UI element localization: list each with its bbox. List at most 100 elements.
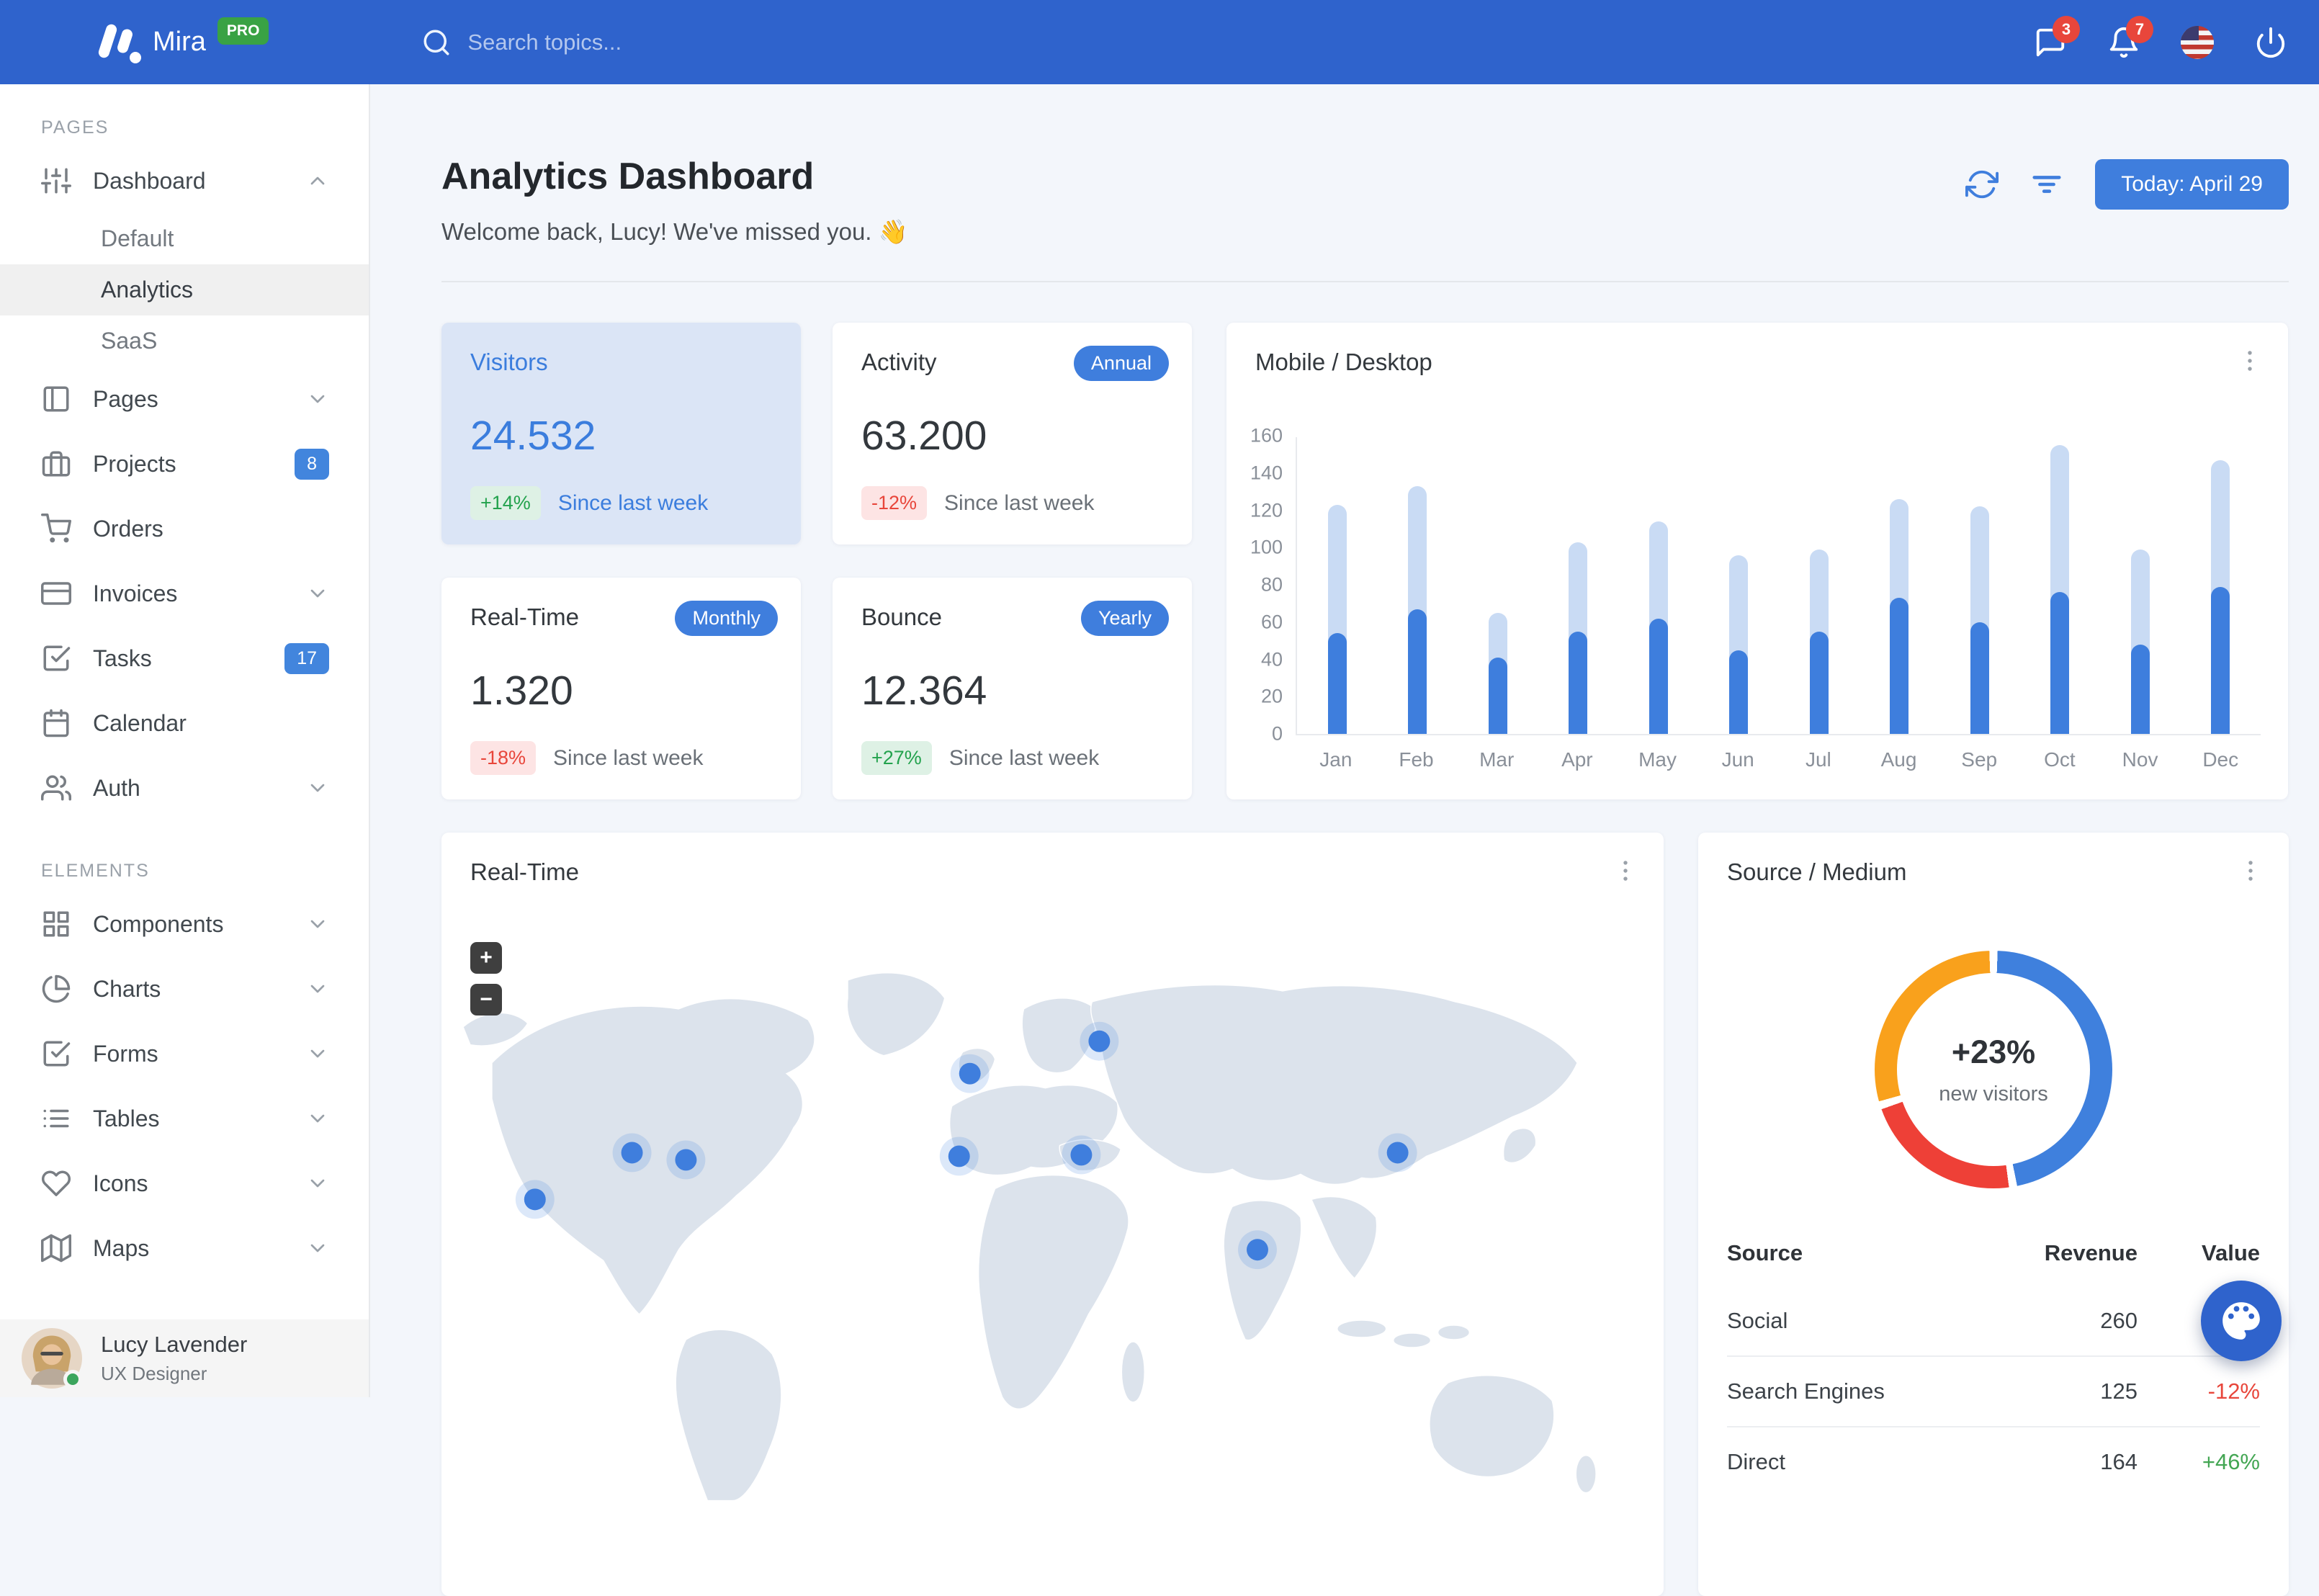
stat-delta-badge: -12% (861, 486, 928, 520)
bar-feb[interactable] (1408, 485, 1427, 734)
sidebar-item-charts[interactable]: Charts (0, 956, 369, 1021)
sidebar-item-projects[interactable]: Projects 8 (0, 431, 369, 496)
sidebar-item-components[interactable]: Components (0, 892, 369, 956)
stat-period-badge[interactable]: Annual (1073, 346, 1169, 381)
sidebar-subitem-analytics[interactable]: Analytics (0, 264, 369, 315)
search-icon (421, 27, 452, 58)
sidebar-item-forms[interactable]: Forms (0, 1021, 369, 1086)
x-axis-label: Jun (1721, 748, 1754, 771)
table-row-social: Social260+35% (1727, 1286, 2260, 1356)
map-zoom-in-button[interactable]: + (470, 942, 502, 974)
notifications-button[interactable]: 7 (2107, 15, 2153, 59)
more-vertical-icon[interactable] (1612, 857, 1639, 884)
date-range-button[interactable]: Today: April 29 (2095, 159, 2289, 210)
x-axis-label: Jul (1805, 748, 1831, 771)
map-marker-istanbul[interactable] (1070, 1144, 1093, 1166)
bar-may[interactable] (1649, 521, 1668, 734)
bar-sep[interactable] (1970, 506, 1989, 734)
table-header-value: Value (2202, 1240, 2260, 1265)
sidebar-item-tasks[interactable]: Tasks 17 (0, 626, 369, 691)
user-name: Lucy Lavender (101, 1332, 248, 1357)
sidebar-item-tables[interactable]: Tables (0, 1086, 369, 1151)
y-axis-tick: 40 (1260, 648, 1283, 670)
sidebar-item-orders[interactable]: Orders (0, 496, 369, 561)
stat-cards-grid: Visitors 24.532 +14% Since last week Activit… (441, 323, 1192, 799)
bar-mar[interactable] (1488, 612, 1507, 734)
map-marker-beijing[interactable] (1386, 1142, 1409, 1164)
map-zoom-out-button[interactable]: − (470, 984, 502, 1016)
stat-delta-badge: +14% (470, 486, 541, 520)
x-axis-label: Jan (1319, 748, 1353, 771)
theme-settings-button[interactable] (2201, 1281, 2282, 1361)
stat-value: 63.200 (861, 413, 987, 459)
map-marker-san-francisco[interactable] (524, 1188, 546, 1211)
messages-button[interactable]: 3 (2034, 15, 2080, 59)
refresh-icon[interactable] (1965, 168, 1999, 201)
sidebar-section-label-elements: ELEMENTS (41, 861, 150, 881)
cell-value: +46% (2202, 1449, 2260, 1474)
source-table: Source Revenue Value Social260+35%Search… (1727, 1220, 2260, 1497)
sidebar-item-pages[interactable]: Pages (0, 367, 369, 431)
top-navbar: Mira PRO 3 7 (0, 0, 2319, 84)
x-axis-label: May (1638, 748, 1677, 771)
sidebar-item-invoices[interactable]: Invoices (0, 561, 369, 626)
mira-logo-icon (97, 20, 143, 65)
world-map[interactable] (449, 941, 1656, 1502)
stat-value: 12.364 (861, 668, 987, 714)
y-axis-tick: 160 (1250, 424, 1283, 447)
sidebar-item-calendar[interactable]: Calendar (0, 691, 369, 756)
map-marker-moscow[interactable] (1088, 1030, 1111, 1052)
bar-nov[interactable] (2130, 549, 2150, 734)
stat-period-badge[interactable]: Monthly (675, 601, 778, 636)
map-marker-delhi[interactable] (1247, 1239, 1268, 1261)
y-axis-tick: 100 (1250, 536, 1283, 558)
map-marker-chicago[interactable] (621, 1142, 643, 1164)
search-input[interactable] (467, 29, 871, 55)
bar-oct[interactable] (2050, 444, 2070, 734)
table-header-revenue: Revenue (2044, 1240, 2138, 1265)
table-row-search-engines: Search Engines 125 -12% (1727, 1356, 2260, 1427)
users-icon (41, 773, 71, 803)
layout-icon (41, 384, 71, 414)
chevron-down-icon (306, 776, 329, 799)
x-axis-label: Oct (2044, 748, 2076, 771)
donut-center-label: new visitors (1939, 1082, 2048, 1106)
chevron-down-icon (306, 1237, 329, 1260)
chevron-down-icon (306, 582, 329, 605)
sidebar-item-maps[interactable]: Maps (0, 1216, 369, 1281)
y-axis-tick: 120 (1250, 499, 1283, 521)
map-marker-madrid[interactable] (948, 1145, 970, 1167)
map-marker-london[interactable] (959, 1062, 981, 1085)
language-flag-button[interactable] (2181, 25, 2214, 59)
sidebar-subitem-default[interactable]: Default (0, 213, 369, 264)
bar-aug[interactable] (1890, 498, 1909, 734)
map-marker-new-york[interactable] (675, 1149, 697, 1171)
bar-apr[interactable] (1569, 542, 1588, 734)
palette-icon (2222, 1302, 2260, 1340)
user-role: UX Designer (101, 1363, 207, 1384)
bar-jun[interactable] (1729, 555, 1749, 734)
stat-delta-badge: -18% (470, 741, 537, 775)
more-vertical-icon[interactable] (2236, 347, 2264, 375)
list-icon (41, 1103, 71, 1134)
cell-revenue: 164 (2100, 1449, 2138, 1474)
more-vertical-icon[interactable] (2237, 857, 2264, 884)
sidebar-item-icons[interactable]: Icons (0, 1151, 369, 1216)
sidebar-subitem-saas[interactable]: SaaS (0, 315, 369, 367)
x-axis-label: Sep (1961, 748, 1998, 771)
sidebar-user-footer[interactable]: Lucy Lavender UX Designer (0, 1319, 369, 1397)
sidebar-item-auth[interactable]: Auth (0, 756, 369, 820)
stat-value: 1.320 (470, 668, 573, 714)
bar-jan[interactable] (1327, 504, 1347, 734)
stat-period-badge[interactable]: Yearly (1080, 601, 1169, 636)
filter-icon[interactable] (2030, 168, 2063, 201)
sidebar-item-dashboard[interactable]: Dashboard (0, 148, 369, 213)
bar-dec[interactable] (2211, 459, 2230, 734)
brand-logo[interactable]: Mira PRO (97, 17, 269, 65)
y-axis-tick: 20 (1260, 685, 1283, 707)
check-square-icon (41, 1039, 71, 1069)
cell-source: Search Engines (1727, 1378, 1885, 1404)
bar-jul[interactable] (1809, 549, 1829, 734)
signout-button[interactable] (2254, 26, 2287, 59)
table-row-direct: Direct 164 +46% (1727, 1427, 2260, 1497)
